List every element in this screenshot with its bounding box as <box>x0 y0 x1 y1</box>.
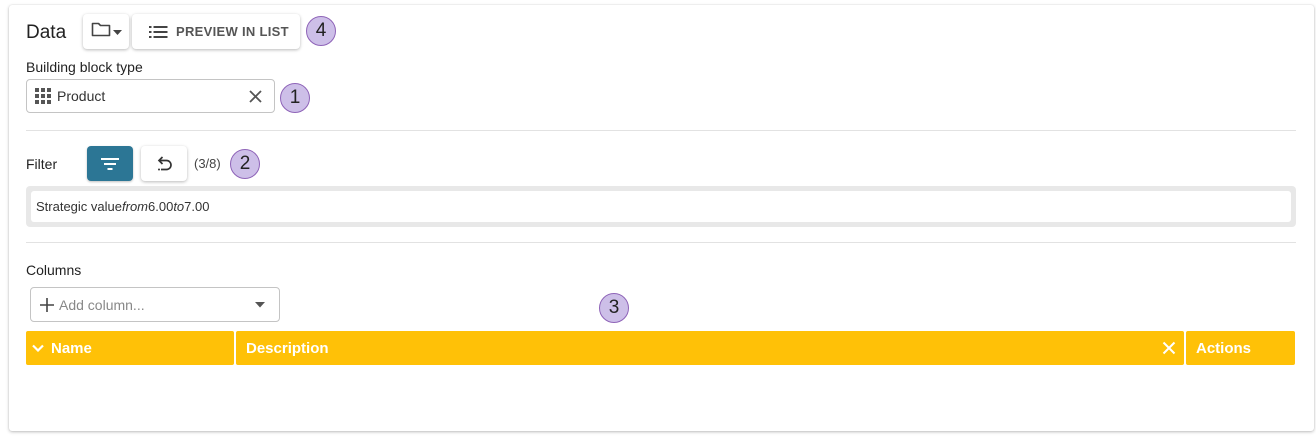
filter-count: (3/8) <box>194 156 221 171</box>
annotation-badge-1: 1 <box>280 83 310 113</box>
divider <box>26 242 1296 243</box>
filter-from-value: 6.00 <box>148 199 174 214</box>
panel-title: Data <box>26 22 67 43</box>
column-header-name[interactable]: Name <box>26 331 234 365</box>
filter-label: Filter <box>26 156 58 172</box>
data-panel: Data PREVIEW IN LIST 4 Building block ty… <box>9 5 1314 431</box>
folder-icon <box>91 21 111 42</box>
preview-in-list-button[interactable]: PREVIEW IN LIST <box>132 14 300 49</box>
filter-icon <box>101 157 119 170</box>
reset-filter-button[interactable] <box>141 146 187 181</box>
grid-icon <box>35 88 51 104</box>
add-column-select[interactable]: Add column... <box>30 287 280 322</box>
undo-icon <box>155 155 173 173</box>
annotation-badge-4: 4 <box>306 16 336 46</box>
column-header-label: Actions <box>1196 339 1252 357</box>
clear-icon[interactable] <box>249 89 262 103</box>
annotation-badge-2: 2 <box>230 149 260 179</box>
remove-column-icon[interactable] <box>1162 341 1176 355</box>
filter-criteria-box: Strategic value from 6.00 to 7.00 <box>26 186 1296 227</box>
list-icon <box>132 25 176 39</box>
filter-to-value: 7.00 <box>184 199 210 214</box>
caret-down-icon <box>112 23 122 41</box>
column-header-actions: Actions <box>1186 331 1295 365</box>
filter-from-word: from <box>122 199 148 214</box>
building-block-type-select[interactable]: Product <box>26 79 275 113</box>
filter-criteria[interactable]: Strategic value from 6.00 to 7.00 <box>31 191 1291 222</box>
add-column-placeholder: Add column... <box>59 296 145 313</box>
plus-icon <box>40 297 54 312</box>
caret-down-icon <box>255 301 265 308</box>
chevron-down-icon[interactable] <box>32 344 44 352</box>
column-header-label: Description <box>246 339 329 357</box>
divider <box>26 130 1296 131</box>
building-block-type-label: Building block type <box>26 59 143 75</box>
annotation-badge-3: 3 <box>599 293 629 323</box>
columns-label: Columns <box>26 262 82 278</box>
preview-in-list-label: PREVIEW IN LIST <box>176 24 289 39</box>
filter-field: Strategic value <box>36 199 122 214</box>
building-block-type-value: Product <box>57 88 106 104</box>
filter-button[interactable] <box>87 146 133 181</box>
column-header-description[interactable]: Description <box>236 331 1184 365</box>
filter-to-word: to <box>173 199 185 214</box>
folder-menu-button[interactable] <box>83 14 129 49</box>
column-header-label: Name <box>51 339 92 357</box>
